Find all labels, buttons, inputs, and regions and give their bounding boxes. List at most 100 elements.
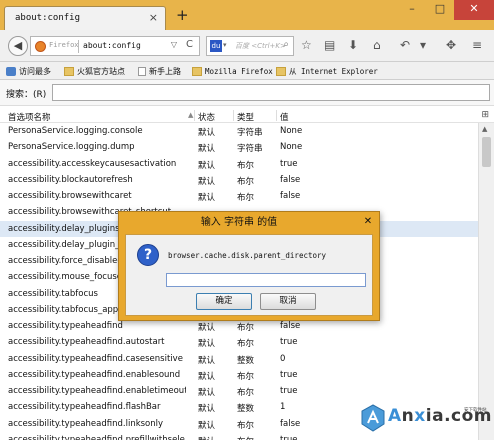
cell-name: accessibility.accesskeycausesactivation xyxy=(8,158,177,169)
cell-name: accessibility.typeaheadfind.prefillwiths… xyxy=(8,434,185,440)
paw-icon[interactable]: du xyxy=(210,40,222,52)
watermark-logo xyxy=(361,404,385,432)
table-row[interactable]: accessibility.typeaheadfind.enablesound 默… xyxy=(0,367,478,383)
bookmark-official-site[interactable]: 火狐官方站点 xyxy=(64,65,125,77)
back-button[interactable]: ◀ xyxy=(8,36,28,56)
cell-name: PersonaService.logging.dump xyxy=(8,142,135,153)
tab-close-icon[interactable]: × xyxy=(149,11,158,24)
header-name[interactable]: 首选项名称 xyxy=(8,111,51,123)
column-divider[interactable] xyxy=(233,110,234,121)
sync-icon[interactable]: ✥ xyxy=(446,39,456,52)
window-close-button[interactable]: ✕ xyxy=(454,0,494,20)
nav-bar: ◀ Firefox about:config ▽ C du ▾ 百度 <Ctrl… xyxy=(0,30,494,62)
cell-status: 默认 xyxy=(198,144,216,155)
cell-status: 默认 xyxy=(198,435,234,440)
url-bar[interactable]: Firefox about:config ▽ C xyxy=(30,36,200,56)
header-type[interactable]: 类型 xyxy=(237,111,254,123)
cell-status: 默认 xyxy=(198,193,216,203)
tab-about-config[interactable]: about:config × xyxy=(4,6,166,30)
home-icon[interactable]: ⌂ xyxy=(373,39,381,52)
bookmark-getting-started[interactable]: 新手上路 xyxy=(138,65,181,77)
star-icon[interactable]: ☆ xyxy=(301,39,312,52)
cell-type: 布尔 xyxy=(237,339,255,350)
cell-name: accessibility.typeaheadfind.enablesound xyxy=(8,369,181,380)
bookmark-label: 火狐官方站点 xyxy=(77,66,125,76)
scroll-up-icon[interactable]: ▲ xyxy=(482,125,487,133)
search-go-icon[interactable]: ⌕ xyxy=(283,39,289,50)
filter-label: 搜索：(R) xyxy=(6,90,47,100)
bookmark-most-visited[interactable]: 访问最多 xyxy=(6,65,51,77)
cell-value: None xyxy=(280,126,303,136)
search-placeholder: 百度 <Ctrl+K> xyxy=(235,42,286,50)
dialog-close-button[interactable]: ✕ xyxy=(361,215,375,229)
cell-value: None xyxy=(280,142,303,153)
cell-type: 布尔 xyxy=(237,160,255,171)
cell-value: 0 xyxy=(280,353,286,364)
new-tab-button[interactable]: + xyxy=(176,8,189,23)
cell-status: 默认 xyxy=(198,323,216,333)
bookmark-label: 访问最多 xyxy=(19,66,51,76)
menu-icon[interactable]: ≡ xyxy=(472,39,482,52)
url-dropdown-icon[interactable]: ▽ xyxy=(171,40,177,49)
maximize-button[interactable]: □ xyxy=(426,0,454,20)
cell-type: 整数 xyxy=(237,404,255,415)
firefox-icon xyxy=(35,41,46,52)
cell-status: 默认 xyxy=(198,128,216,138)
value-input[interactable] xyxy=(166,273,366,287)
table-row[interactable]: PersonaService.logging.console 默认 字符串 None xyxy=(0,123,478,139)
cell-type: 布尔 xyxy=(237,420,255,431)
cell-type: 字符串 xyxy=(237,128,263,138)
watermark-sub: 安下软件站 xyxy=(464,408,487,413)
cell-status: 默认 xyxy=(198,176,216,187)
clipboard-icon[interactable]: ▤ xyxy=(324,39,335,52)
scroll-thumb[interactable] xyxy=(482,137,491,167)
cell-name: accessibility.typeaheadfind.autostart xyxy=(8,337,165,348)
table-row[interactable]: accessibility.typeaheadfind.casesensitiv… xyxy=(0,351,478,367)
filter-row: 搜索：(R) xyxy=(0,80,494,106)
window-controls: – □ ✕ xyxy=(398,0,494,20)
cell-value: true xyxy=(280,369,298,380)
search-engine-dropdown-icon[interactable]: ▾ xyxy=(223,41,227,49)
column-picker-icon[interactable]: ⊞ xyxy=(481,110,489,120)
cancel-button[interactable]: 取消 xyxy=(260,293,316,310)
table-row[interactable]: accessibility.typeaheadfind.autostart 默认 布… xyxy=(0,334,478,350)
tab-title: about:config xyxy=(15,13,81,23)
cell-name: accessibility.typeaheadfind.linksonly xyxy=(8,418,164,429)
cell-type: 布尔 xyxy=(237,371,255,382)
cell-status: 默认 xyxy=(198,371,216,382)
table-row[interactable]: accessibility.browsewithcaret 默认 布尔 false xyxy=(0,188,478,204)
column-divider[interactable] xyxy=(276,110,277,121)
cell-name: accessibility.typeaheadfind.casesensitiv… xyxy=(8,353,183,364)
table-row[interactable]: accessibility.blockautorefresh 默认 布尔 false xyxy=(0,172,478,188)
reload-icon[interactable]: C xyxy=(186,39,193,50)
cell-status: 默认 xyxy=(198,388,216,398)
search-input[interactable] xyxy=(52,84,490,101)
back-arrow-icon[interactable]: ↶ xyxy=(400,39,410,52)
scrollbar[interactable]: ▲ xyxy=(478,123,494,440)
bookmark-from-ie[interactable]: 从 Internet Explorer xyxy=(276,65,378,77)
header-value[interactable]: 值 xyxy=(280,111,289,123)
table-row[interactable]: accessibility.accesskeycausesactivation 默… xyxy=(0,156,478,172)
minimize-button[interactable]: – xyxy=(398,0,426,20)
sort-icon: ▲ xyxy=(188,111,194,119)
cell-name: PersonaService.logging.console xyxy=(8,126,143,136)
cell-value: false xyxy=(280,174,301,185)
bookmark-mozilla-firefox[interactable]: Mozilla Firefox xyxy=(192,65,273,77)
cell-value: false xyxy=(280,191,301,201)
table-header: 首选项名称 ▲ 状态 类型 值 ⊞ xyxy=(0,108,494,123)
url-text[interactable]: about:config xyxy=(83,41,141,50)
cell-type: 布尔 xyxy=(237,176,255,187)
download-icon[interactable]: ⬇ xyxy=(348,39,358,52)
column-divider[interactable] xyxy=(194,110,195,121)
search-bar[interactable]: du ▾ 百度 <Ctrl+K> ⌕ xyxy=(206,36,294,56)
cell-status: 默认 xyxy=(198,420,216,431)
ok-button[interactable]: 确定 xyxy=(196,293,252,310)
folder-icon xyxy=(192,66,202,76)
table-row[interactable]: PersonaService.logging.dump 默认 字符串 None xyxy=(0,139,478,155)
cell-type: 整数 xyxy=(237,355,255,366)
input-dialog: 输入 字符串 的值 ✕ ? browser.cache.disk.parent_… xyxy=(118,211,380,321)
header-status[interactable]: 状态 xyxy=(198,111,215,123)
table-row[interactable]: accessibility.typeaheadfind.enabletimeou… xyxy=(0,383,478,399)
dropdown-icon[interactable]: ▾ xyxy=(420,39,426,52)
question-icon: ? xyxy=(137,244,159,266)
